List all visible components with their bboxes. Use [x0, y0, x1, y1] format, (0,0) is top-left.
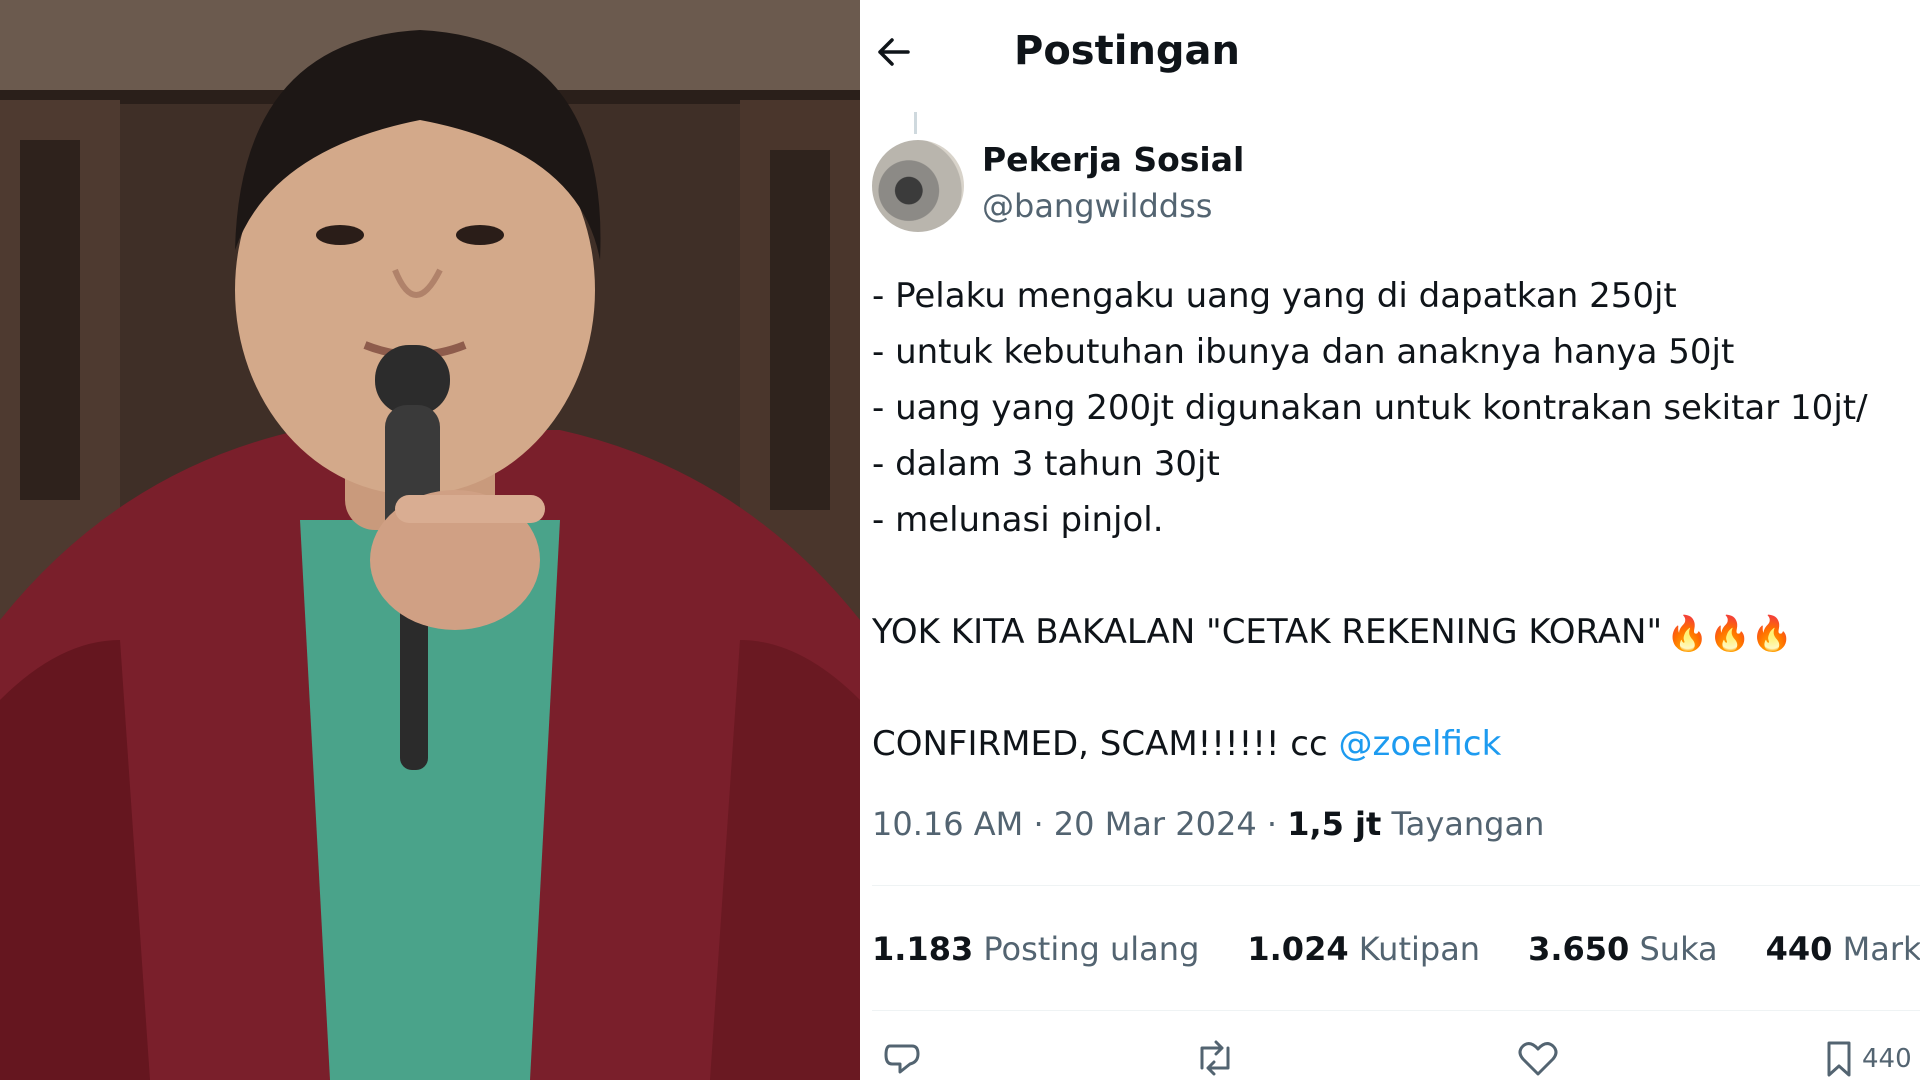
bookmark-icon	[1827, 1041, 1851, 1077]
speaker-photo-illustration	[0, 0, 860, 1080]
bookmark-count: 440	[1862, 1044, 1912, 1074]
bookmark-button[interactable]: 440	[1824, 1040, 1912, 1078]
tweet-confirmed-line: CONFIRMED, SCAM!!!!!! cc @zoelfick	[872, 716, 1868, 772]
repost-icon	[1200, 1040, 1230, 1076]
views-label: Tayangan	[1381, 805, 1545, 843]
divider	[872, 1010, 1920, 1011]
tweet-line: - Pelaku mengaku uang yang di dapatkan 2…	[872, 276, 1677, 316]
thread-connector-line	[914, 112, 917, 134]
tweet-panel: Postingan Pekerja Sosial @bangwilddss - …	[862, 0, 1920, 1080]
tweet-line: - untuk kebutuhan ibunya dan anaknya han…	[872, 332, 1735, 372]
reply-icon	[884, 1044, 920, 1074]
fire-emoji-icon: 🔥🔥🔥	[1666, 613, 1794, 654]
mention-link[interactable]: @zoelfick	[1338, 724, 1501, 764]
reply-button[interactable]	[882, 1040, 922, 1076]
author-handle[interactable]: @bangwilddss	[982, 187, 1212, 225]
reposts-stat[interactable]: 1.183 Posting ulang	[872, 930, 1199, 968]
tweet-line: - melunasi pinjol.	[872, 500, 1164, 540]
divider	[872, 885, 1920, 886]
tweet-line: - uang yang 200jt digunakan untuk kontra…	[872, 388, 1868, 428]
heart-icon	[1518, 1042, 1558, 1076]
tweet-confirmed-text: CONFIRMED, SCAM!!!!!! cc	[872, 724, 1339, 764]
tweet-timestamp[interactable]: 10.16 AM · 20 Mar 2024 ·	[872, 805, 1287, 843]
tweet-shout-line: YOK KITA BAKALAN "CETAK REKENING KORAN" 🔥…	[872, 604, 1868, 660]
page-header: Postingan	[876, 26, 1240, 78]
back-button[interactable]	[876, 34, 912, 70]
repost-button[interactable]	[1192, 1040, 1238, 1076]
bookmarks-stat[interactable]: 440 Markah	[1766, 930, 1920, 968]
tweet-text: - Pelaku mengaku uang yang di dapatkan 2…	[872, 268, 1868, 772]
arrow-left-icon	[878, 38, 910, 66]
tweet-line: - dalam 3 tahun 30jt	[872, 444, 1220, 484]
likes-stat[interactable]: 3.650 Suka	[1528, 930, 1718, 968]
tweet-stats: 1.183 Posting ulang 1.024 Kutipan 3.650 …	[872, 930, 1920, 968]
tweet-meta: 10.16 AM · 20 Mar 2024 · 1,5 jt Tayangan	[872, 805, 1544, 843]
author-name[interactable]: Pekerja Sosial	[982, 140, 1244, 179]
action-bar: 440	[872, 1040, 1920, 1080]
avatar[interactable]	[872, 140, 964, 232]
tweet-shout-text: YOK KITA BAKALAN "CETAK REKENING KORAN"	[872, 612, 1663, 652]
quotes-stat[interactable]: 1.024 Kutipan	[1247, 930, 1480, 968]
speaker-photo	[0, 0, 860, 1080]
page-title: Postingan	[1014, 28, 1241, 74]
views-count: 1,5 jt	[1287, 805, 1382, 843]
like-button[interactable]	[1517, 1040, 1559, 1078]
